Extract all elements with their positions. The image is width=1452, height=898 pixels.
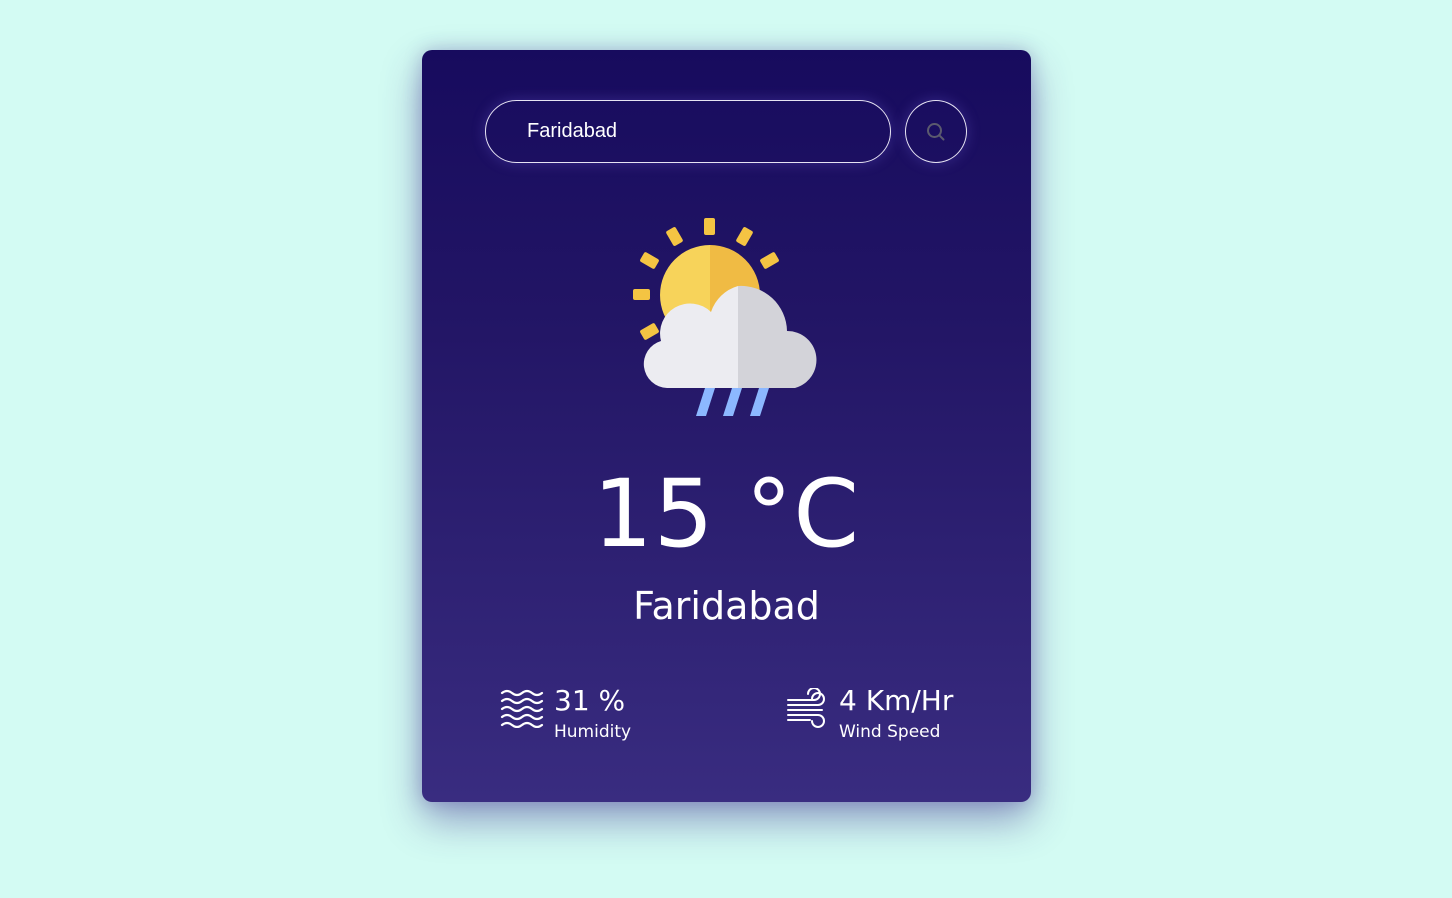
humidity-stat: 31 % Humidity (500, 683, 700, 747)
wind-icon (787, 688, 825, 728)
temperature-value: 15 °C (592, 460, 861, 569)
city-name: Faridabad (633, 584, 820, 628)
humidity-label: Humidity (554, 722, 632, 742)
search-icon (927, 123, 945, 141)
humidity-waves-icon (500, 689, 544, 728)
wind-speed-value: 4 Km/Hr (839, 684, 954, 717)
city-search-input[interactable] (485, 100, 891, 163)
humidity-value: 31 % (554, 684, 626, 717)
weather-card: 15 °C Faridabad 31 % Humidity 4 Km/Hr (422, 50, 1031, 802)
search-button[interactable] (905, 100, 967, 163)
partly-cloudy-rain-icon (633, 218, 817, 416)
search-bar (485, 100, 967, 166)
wind-speed-label: Wind Speed (839, 722, 941, 742)
wind-stat: 4 Km/Hr Wind Speed (784, 683, 984, 747)
